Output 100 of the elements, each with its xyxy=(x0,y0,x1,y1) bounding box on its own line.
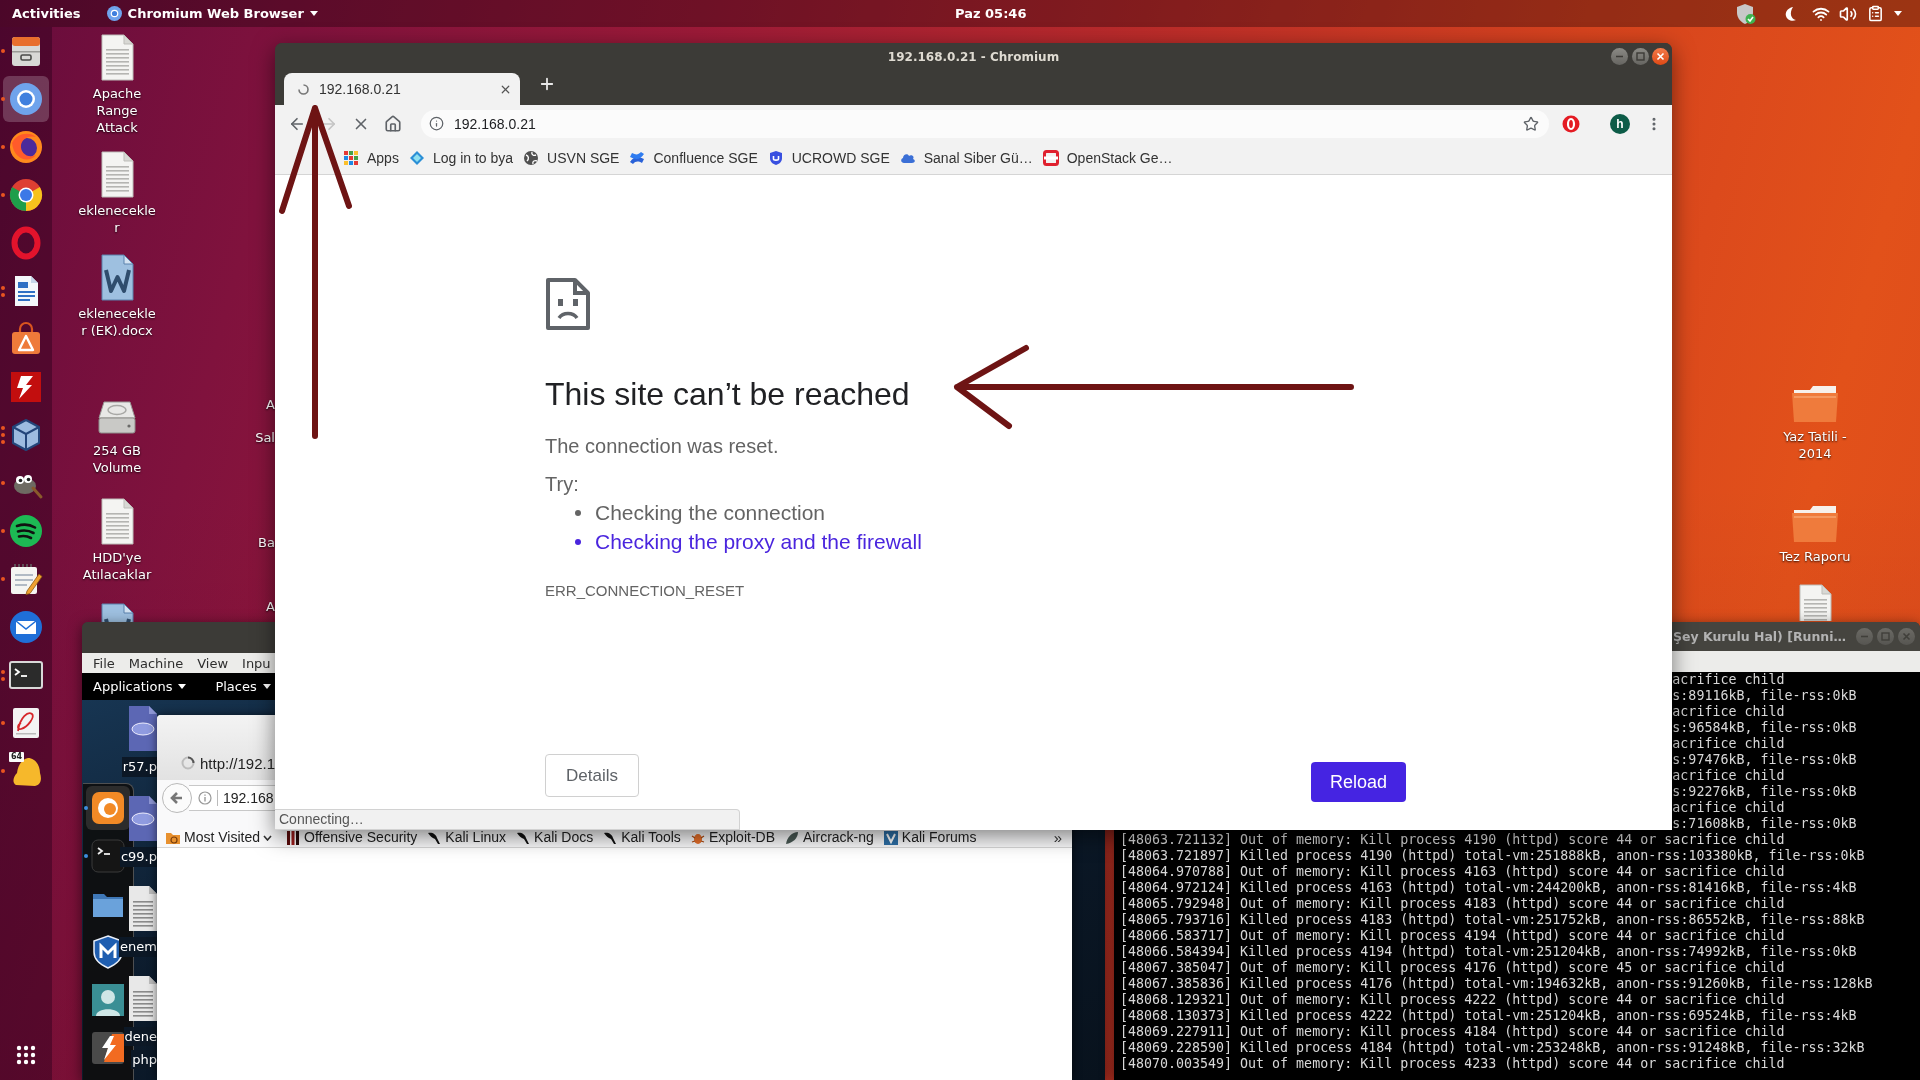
error-code: ERR_CONNECTION_RESET xyxy=(545,581,745,601)
version-badge: 64 xyxy=(9,752,25,762)
console-line: acrifice child xyxy=(1672,800,1785,816)
circle-logo-icon xyxy=(8,129,44,165)
ring-logo-icon[interactable] xyxy=(1562,114,1580,133)
activities-button[interactable]: Activities xyxy=(12,6,81,21)
console-line: [48065.793716] Killed process 4183 (httpd) total-vm:251752kB, anon-rss:86552kB, file-rss:88kB xyxy=(1120,912,1865,928)
menu-item[interactable]: View xyxy=(197,655,229,671)
console-line: [48064.970788] Out of memory: Kill process 4163 (httpd) score 44 or sacrifice child xyxy=(1120,864,1785,880)
bookmark[interactable]: OpenStack Ge… xyxy=(1042,150,1173,166)
swoosh-logo-icon xyxy=(629,150,646,166)
console-line: [48069.227911] Out of memory: Kill process 4184 (httpd) score 44 or sacrifice child xyxy=(1120,1024,1785,1040)
console-line: acrifice child xyxy=(1672,672,1785,688)
console-line: [48067.385836] Killed process 4176 (httpd) total-vm:194632kB, anon-rss:91260kB, file-rss:128kB xyxy=(1120,976,1873,992)
running-dot-icon xyxy=(1,285,5,290)
close-icon xyxy=(1902,632,1911,641)
caret-icon[interactable] xyxy=(1894,11,1902,16)
console-line: [48063.721897] Killed process 4190 (httpd) total-vm:251888kB, anon-rss:103380kB, file-rss:0kB xyxy=(1120,848,1865,864)
globe-icon xyxy=(523,150,540,166)
console-line: [48064.972124] Killed process 4163 (httpd) total-vm:244200kB, anon-rss:81416kB, file-rss:4kB xyxy=(1120,880,1857,896)
console-line: [48067.385047] Out of memory: Kill process 4176 (httpd) score 45 or sacrifice child xyxy=(1120,960,1785,976)
bookmark[interactable]: Sanal Siber Gü… xyxy=(899,150,1033,166)
moon-icon[interactable] xyxy=(1783,5,1797,22)
icon-label: r57.p xyxy=(121,757,157,777)
icon-label: php xyxy=(131,1050,157,1069)
console-line: acrifice child xyxy=(1672,768,1785,784)
details-button[interactable]: Details xyxy=(545,754,639,797)
running-dot-icon xyxy=(1,426,5,430)
running-dot-icon xyxy=(1,292,5,297)
icon-label: eklenecekler (EK).docx xyxy=(77,305,157,339)
console-line: [48066.583717] Out of memory: Kill process 4194 (httpd) score 44 or sacrifice child xyxy=(1120,928,1785,944)
icon-label: Yaz Tatili - 2014 xyxy=(1782,428,1848,462)
bookmark[interactable]: Kali Tools xyxy=(602,829,681,846)
icon-label: A xyxy=(266,396,275,413)
window-title: Şey Kurulu Hal) [Runni… xyxy=(1673,629,1846,644)
bookmark[interactable]: Log in to bya xyxy=(408,150,514,166)
bookmark[interactable]: Apps xyxy=(343,150,399,166)
icon-label: Apache Range Attack xyxy=(91,85,143,136)
bookmark[interactable]: Exploit-DB xyxy=(689,829,775,846)
menu-item[interactable]: Machine xyxy=(128,655,184,671)
maximize-icon xyxy=(1635,52,1645,61)
lightning-logo-icon xyxy=(8,369,44,405)
dock-item[interactable] xyxy=(86,786,130,830)
browser-tab[interactable]: 192.168.0.21 xyxy=(284,73,520,105)
profile-avatar[interactable]: h xyxy=(1610,113,1630,134)
running-dot-icon xyxy=(1,433,5,437)
app-menu[interactable]: Chromium Web Browser xyxy=(106,6,318,21)
shield-icon xyxy=(767,150,784,166)
clock[interactable]: Paz 05:46 xyxy=(955,6,1027,21)
sound-arcs-icon xyxy=(8,513,44,549)
bookmark[interactable]: Kali Docs xyxy=(515,829,594,846)
shield-check-icon[interactable] xyxy=(1736,2,1756,25)
reload-button[interactable]: Reload xyxy=(1310,762,1406,802)
icon-label: eklenecekler xyxy=(77,202,157,236)
dock-item[interactable] xyxy=(3,76,49,122)
bookmark[interactable]: Kali Linux xyxy=(426,829,507,846)
address-bar[interactable]: 192.168 xyxy=(189,784,275,811)
back-button[interactable] xyxy=(162,782,192,813)
status-bubble: Connecting… xyxy=(275,809,740,830)
window-title: 192.168.0.21 - Chromium xyxy=(887,49,1060,64)
bullet-icon xyxy=(575,538,581,545)
bookmark[interactable]: Aircrack-ng xyxy=(784,829,874,846)
spinner-icon xyxy=(181,756,195,770)
menu-item[interactable]: Inpu xyxy=(242,655,271,671)
running-dot-icon xyxy=(1,577,5,581)
bars-logo-icon xyxy=(285,829,301,846)
address-bar[interactable]: 192.168.0.21 xyxy=(421,109,1549,138)
volume-icon[interactable] xyxy=(1839,4,1857,23)
panel-menu[interactable]: Applications xyxy=(93,679,187,694)
console-line: [48066.584394] Killed process 4194 (httpd) total-vm:251204kB, anon-rss:74992kB, file-rss:0kB xyxy=(1120,944,1857,960)
icon-label: dene xyxy=(123,1027,157,1046)
bookmark[interactable]: UCROWD SGE xyxy=(767,150,890,166)
clipboard-icon[interactable] xyxy=(1867,5,1884,22)
icon-label: Ba xyxy=(258,534,275,551)
running-dot-icon xyxy=(1,193,5,197)
running-dot-icon xyxy=(1,440,5,444)
caret-icon xyxy=(262,684,271,689)
console-line: s:71608kB, file-rss:0kB xyxy=(1672,816,1857,832)
panel-menu[interactable]: Places xyxy=(215,679,271,694)
notepad-icon xyxy=(8,561,44,597)
minimize-button[interactable] xyxy=(1611,48,1628,65)
browser-tab[interactable]: http://192.1 xyxy=(181,751,276,775)
icon-label: A xyxy=(266,598,275,615)
console-line: s:96584kB, file-rss:0kB xyxy=(1672,720,1857,736)
console-line: [48065.792948] Out of memory: Kill process 4183 (httpd) score 44 or sacrifice child xyxy=(1120,896,1785,912)
close-button[interactable] xyxy=(1652,48,1669,65)
sad-page-icon xyxy=(545,277,591,331)
bookmark[interactable]: Most Visited xyxy=(165,829,272,846)
menu-item[interactable]: File xyxy=(93,655,115,671)
overflow-button[interactable]: » xyxy=(1053,829,1062,846)
running-dot-icon xyxy=(1,529,5,533)
diamond-logo-icon xyxy=(408,150,425,166)
bookmark[interactable]: USVN SGE xyxy=(523,150,620,166)
bookmark[interactable]: Offensive Security xyxy=(285,829,418,846)
star-icon[interactable] xyxy=(1523,115,1539,132)
suggestion-link[interactable]: Checking the proxy and the firewall xyxy=(595,529,922,554)
console-line: s:89116kB, file-rss:0kB xyxy=(1672,688,1857,704)
lightning-icon xyxy=(90,1030,126,1066)
bookmark[interactable]: Confluence SGE xyxy=(629,150,758,166)
console-line: s:92276kB, file-rss:0kB xyxy=(1672,784,1857,800)
